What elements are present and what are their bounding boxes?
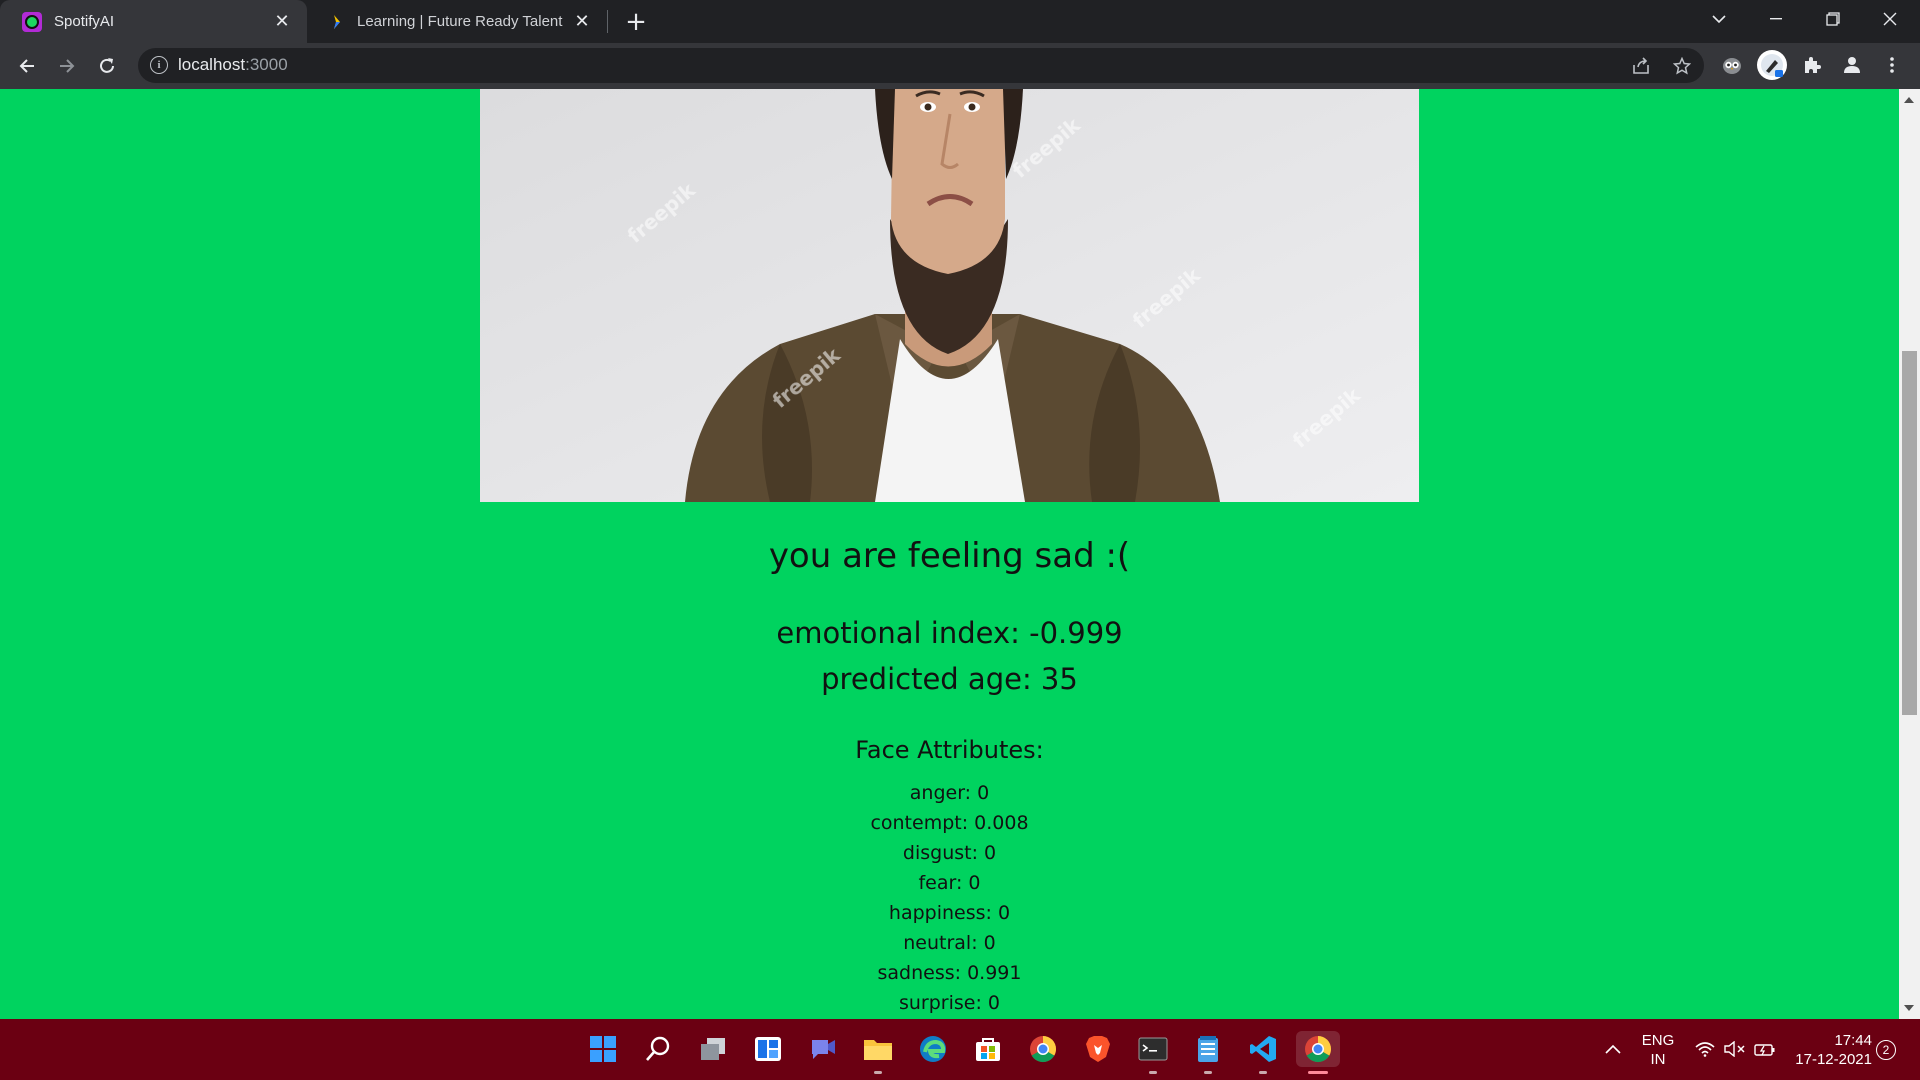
share-button[interactable]	[1630, 55, 1652, 77]
reload-button[interactable]	[91, 50, 123, 82]
brave-icon[interactable]	[1080, 1031, 1116, 1067]
arrow-right-icon	[60, 59, 75, 73]
running-indicator	[1204, 1071, 1212, 1074]
browser-toolbar: i localhost:3000	[0, 43, 1920, 89]
predicted-age: predicted age: 35	[821, 662, 1078, 696]
reload-icon	[100, 58, 114, 73]
address-bar[interactable]: i localhost:3000	[138, 48, 1704, 83]
edge-icon[interactable]	[915, 1031, 951, 1067]
feeling-heading: you are feeling sad :(	[768, 536, 1131, 576]
attribute-anger: anger: 0	[909, 782, 990, 804]
profile-button[interactable]	[1837, 50, 1867, 80]
notepad-icon[interactable]	[1190, 1031, 1226, 1074]
face-attributes-title: Face Attributes:	[855, 736, 1044, 764]
chevron-up-icon	[1605, 1044, 1621, 1054]
attribute-fear: fear: 0	[918, 872, 981, 894]
close-tab-icon[interactable]: ✕	[571, 11, 593, 33]
attribute-sadness: sadness: 0.991	[877, 962, 1022, 984]
active-indicator	[1308, 1071, 1328, 1074]
star-icon	[1673, 57, 1691, 75]
tab-search-button[interactable]	[1692, 0, 1746, 38]
language-indicator[interactable]: ENG IN	[1637, 1031, 1679, 1069]
chevron-down-icon	[1712, 15, 1726, 24]
emotional-index: emotional index: -0.999	[776, 616, 1123, 650]
task-view-icon[interactable]	[695, 1031, 731, 1067]
forward-button[interactable]	[51, 50, 83, 82]
wifi-icon[interactable]	[1690, 1031, 1720, 1067]
restore-button[interactable]	[1806, 0, 1860, 38]
spotify-ai-icon	[22, 11, 42, 32]
notification-badge[interactable]: 2	[1876, 1040, 1896, 1060]
new-tab-button[interactable]: +	[622, 7, 650, 37]
running-indicator	[1149, 1071, 1157, 1074]
running-indicator	[874, 1071, 882, 1074]
sad-man-photo: freepik freepik freepik freepik freepik	[480, 89, 1419, 502]
close-window-button[interactable]	[1863, 0, 1917, 38]
learning-icon	[334, 14, 340, 29]
pen-extension-icon	[1761, 54, 1783, 77]
url-text: localhost:3000	[178, 55, 288, 74]
arrow-left-icon	[19, 59, 34, 73]
extension-owl-button[interactable]	[1717, 50, 1747, 80]
bookmark-button[interactable]	[1671, 55, 1693, 77]
terminal-icon[interactable]	[1135, 1031, 1171, 1074]
attribute-contempt: contempt: 0.008	[870, 812, 1029, 834]
store-icon[interactable]	[970, 1031, 1006, 1067]
tab-title: SpotifyAI	[54, 13, 115, 30]
tab-spotifyai[interactable]: SpotifyAI ✕	[0, 0, 307, 43]
clock[interactable]: 17:44 17-12-2021	[1790, 1031, 1872, 1069]
back-button[interactable]	[11, 50, 43, 82]
attribute-happiness: happiness: 0	[888, 902, 1011, 924]
vscode-icon[interactable]	[1245, 1031, 1281, 1074]
chrome-icon[interactable]	[1025, 1031, 1061, 1067]
tab-title: Learning | Future Ready Talent	[357, 13, 563, 30]
volume-muted-icon[interactable]	[1720, 1031, 1750, 1067]
tab-strip: SpotifyAI ✕ Learning | Future Ready Tale…	[0, 0, 1920, 43]
site-info-icon[interactable]: i	[150, 56, 168, 74]
more-vert-icon	[1890, 57, 1894, 73]
attribute-neutral: neutral: 0	[903, 932, 996, 954]
person-icon	[1844, 57, 1860, 73]
tab-learning[interactable]: Learning | Future Ready Talent ✕	[307, 0, 607, 43]
show-hidden-icons-button[interactable]	[1598, 1031, 1628, 1067]
teams-chat-icon[interactable]	[805, 1031, 841, 1067]
minimize-button[interactable]	[1749, 0, 1803, 38]
share-icon	[1633, 57, 1649, 74]
file-explorer-icon[interactable]	[860, 1031, 896, 1074]
search-icon[interactable]	[640, 1031, 676, 1067]
attribute-disgust: disgust: 0	[902, 842, 997, 864]
face-attributes-list: anger: 0 contempt: 0.008 disgust: 0 fear…	[0, 778, 1899, 1018]
scroll-thumb[interactable]	[1902, 351, 1917, 715]
battery-icon[interactable]	[1750, 1031, 1780, 1067]
chrome-active-icon[interactable]	[1296, 1031, 1340, 1074]
running-indicator	[1259, 1071, 1267, 1074]
scroll-up-icon[interactable]	[1904, 97, 1914, 103]
tab-separator	[607, 10, 608, 33]
scroll-down-icon[interactable]	[1904, 1005, 1914, 1011]
start-icon[interactable]	[585, 1031, 621, 1067]
extension-profile-button[interactable]	[1757, 50, 1787, 80]
attribute-surprise: surprise: 0	[898, 992, 1001, 1014]
close-icon	[1883, 12, 1897, 26]
minimize-icon	[1770, 18, 1782, 20]
page-viewport: freepik freepik freepik freepik freepik …	[0, 89, 1899, 1019]
owl-extension-icon	[1723, 58, 1741, 74]
windows-taskbar: ENG IN 17:44 17-12-2021	[0, 1019, 1920, 1080]
puzzle-icon	[1805, 57, 1821, 73]
extensions-button[interactable]	[1797, 50, 1827, 80]
sad-man-illustration: freepik freepik freepik freepik freepik	[480, 89, 1419, 502]
page-scrollbar[interactable]	[1899, 89, 1920, 1019]
restore-icon	[1826, 12, 1840, 26]
close-tab-icon[interactable]: ✕	[271, 11, 293, 33]
menu-button[interactable]	[1877, 50, 1907, 80]
widgets-icon[interactable]	[750, 1031, 786, 1067]
